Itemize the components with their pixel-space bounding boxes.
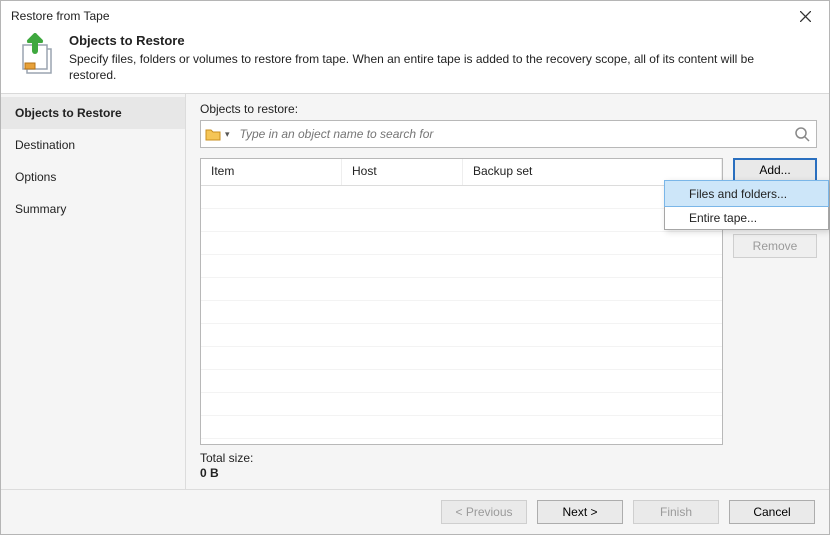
search-input[interactable] — [238, 126, 794, 142]
step-summary[interactable]: Summary — [1, 193, 185, 225]
remove-button: Remove — [733, 234, 817, 258]
window-title: Restore from Tape — [11, 9, 785, 23]
header-description: Specify files, folders or volumes to res… — [69, 51, 789, 83]
restore-tape-icon — [15, 33, 59, 77]
title-bar: Restore from Tape — [1, 1, 829, 31]
total-size: Total size: 0 B — [200, 451, 817, 481]
folder-icon[interactable] — [205, 127, 221, 141]
total-size-value: 0 B — [200, 466, 219, 480]
step-objects-to-restore[interactable]: Objects to Restore — [1, 97, 185, 129]
next-button[interactable]: Next > — [537, 500, 623, 524]
header: Objects to Restore Specify files, folder… — [1, 31, 829, 93]
step-options[interactable]: Options — [1, 161, 185, 193]
objects-to-restore-label: Objects to restore: — [200, 102, 817, 116]
cancel-button[interactable]: Cancel — [729, 500, 815, 524]
close-button[interactable] — [785, 1, 825, 31]
menu-files-and-folders[interactable]: Files and folders... — [664, 180, 829, 207]
footer: < Previous Next > Finish Cancel — [1, 489, 829, 534]
grid-header: Item Host Backup set — [201, 159, 722, 186]
close-icon — [800, 11, 811, 22]
total-size-label: Total size: — [200, 451, 253, 465]
grid-rows[interactable] — [201, 186, 722, 444]
wizard-steps: Objects to Restore Destination Options S… — [1, 94, 186, 489]
restore-from-tape-dialog: Restore from Tape Objects to Restore Spe… — [0, 0, 830, 535]
add-button[interactable]: Add... — [733, 158, 817, 182]
search-bar: ▾ — [200, 120, 817, 148]
finish-button: Finish — [633, 500, 719, 524]
folder-dropdown-icon[interactable]: ▾ — [223, 129, 232, 140]
header-title: Objects to Restore — [69, 33, 789, 48]
previous-button: < Previous — [441, 500, 527, 524]
col-item[interactable]: Item — [201, 159, 342, 185]
objects-grid[interactable]: Item Host Backup set — [200, 158, 723, 445]
menu-entire-tape[interactable]: Entire tape... — [665, 206, 828, 229]
col-host[interactable]: Host — [342, 159, 463, 185]
search-icon[interactable] — [794, 126, 810, 142]
add-menu: Files and folders... Entire tape... — [664, 180, 829, 230]
step-destination[interactable]: Destination — [1, 129, 185, 161]
